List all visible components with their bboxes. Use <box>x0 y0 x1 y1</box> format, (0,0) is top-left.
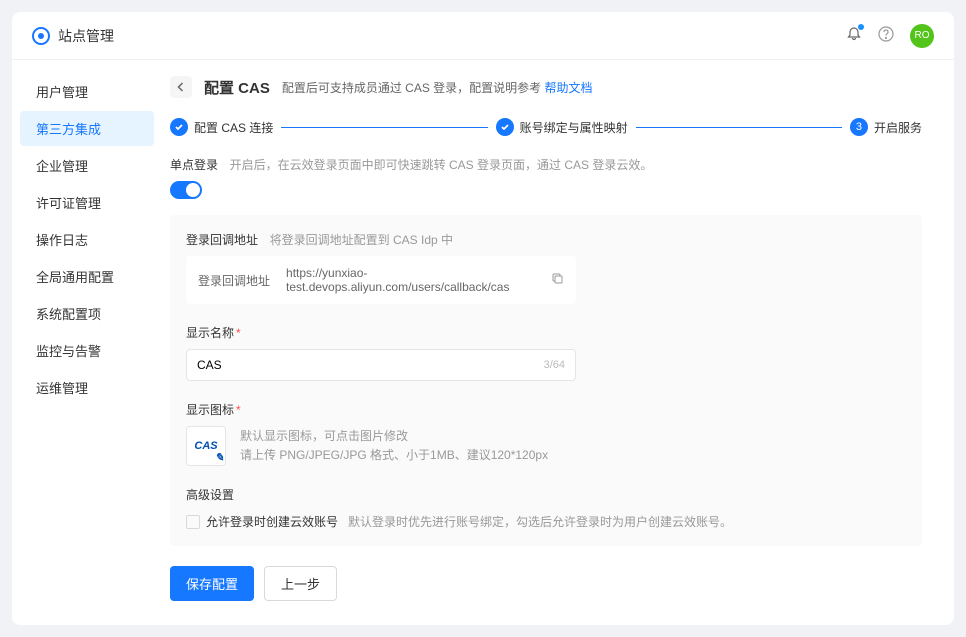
advanced-title: 高级设置 <box>186 486 906 503</box>
save-button[interactable]: 保存配置 <box>170 566 254 601</box>
step-2: 账号绑定与属性映射 <box>496 118 628 136</box>
callback-desc: 将登录回调地址配置到 CAS Idp 中 <box>270 233 453 247</box>
user-avatar[interactable]: RO <box>910 24 934 48</box>
sidebar-item-monitor[interactable]: 监控与告警 <box>20 333 154 368</box>
sidebar-item-system-config[interactable]: 系统配置项 <box>20 296 154 331</box>
char-counter: 3/64 <box>544 359 565 371</box>
sidebar-item-oplog[interactable]: 操作日志 <box>20 222 154 257</box>
help-icon[interactable] <box>878 26 894 45</box>
edit-icon: ✎ <box>215 451 224 464</box>
notification-icon[interactable] <box>846 26 862 45</box>
sidebar-item-third-party[interactable]: 第三方集成 <box>20 111 154 146</box>
sso-toggle[interactable] <box>170 181 202 199</box>
sidebar-item-ops[interactable]: 运维管理 <box>20 370 154 405</box>
allow-create-label: 允许登录时创建云效账号 <box>206 513 338 530</box>
sidebar-item-global-config[interactable]: 全局通用配置 <box>20 259 154 294</box>
display-icon-label: 显示图标* <box>186 401 906 418</box>
prev-button[interactable]: 上一步 <box>264 566 337 601</box>
header-title: 站点管理 <box>58 26 114 46</box>
icon-upload[interactable]: CAS ✎ <box>186 426 226 466</box>
callback-label: 登录回调地址 <box>186 233 258 247</box>
app-logo <box>32 27 50 45</box>
display-name-input[interactable] <box>197 358 544 372</box>
sidebar-item-enterprise[interactable]: 企业管理 <box>20 148 154 183</box>
callback-url-box: 登录回调地址 https://yunxiao-test.devops.aliyu… <box>186 256 576 304</box>
step-3: 3 开启服务 <box>850 118 922 136</box>
sidebar-item-users[interactable]: 用户管理 <box>20 74 154 109</box>
icon-hint-2: 请上传 PNG/JPEG/JPG 格式、小于1MB、建议120*120px <box>240 446 548 465</box>
step-indicator: 配置 CAS 连接 账号绑定与属性映射 3 开启服务 <box>170 118 922 136</box>
icon-hint-1: 默认显示图标，可点击图片修改 <box>240 427 548 446</box>
back-button[interactable] <box>170 76 192 98</box>
help-doc-link[interactable]: 帮助文档 <box>545 81 593 95</box>
page-title: 配置 CAS <box>204 77 270 98</box>
sidebar: 用户管理 第三方集成 企业管理 许可证管理 操作日志 全局通用配置 系统配置项 … <box>12 60 162 625</box>
callback-url-value: https://yunxiao-test.devops.aliyun.com/u… <box>286 266 535 294</box>
sidebar-item-license[interactable]: 许可证管理 <box>20 185 154 220</box>
check-icon <box>496 118 514 136</box>
page-subtitle: 配置后可支持成员通过 CAS 登录，配置说明参考 帮助文档 <box>282 79 593 96</box>
sso-title: 单点登录 <box>170 156 218 173</box>
sso-desc: 开启后，在云效登录页面中即可快速跳转 CAS 登录页面，通过 CAS 登录云效。 <box>230 158 653 172</box>
allow-create-checkbox[interactable] <box>186 515 200 529</box>
copy-icon[interactable] <box>551 272 564 288</box>
check-icon <box>170 118 188 136</box>
display-name-label: 显示名称* <box>186 324 906 341</box>
step-1: 配置 CAS 连接 <box>170 118 273 136</box>
allow-create-desc: 默认登录时优先进行账号绑定，勾选后允许登录时为用户创建云效账号。 <box>348 513 732 530</box>
step-number: 3 <box>850 118 868 136</box>
